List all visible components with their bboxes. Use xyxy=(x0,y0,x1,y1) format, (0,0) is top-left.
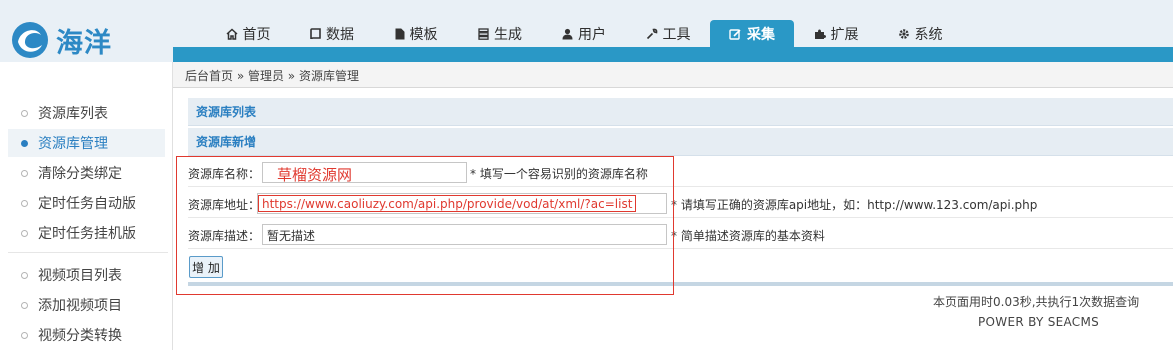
annotation-url-text: https://www.caoliuzy.com/api.php/provide… xyxy=(258,195,637,212)
sidebar-item-label: 视频项目列表 xyxy=(38,268,122,284)
sidebar-item-resource-manage[interactable]: 资源库管理 xyxy=(8,129,165,157)
sidebar: 资源库列表 资源库管理 清除分类绑定 定时任务自动版 定时任务挂机版 视频项目列… xyxy=(0,62,173,350)
annotation-box xyxy=(176,156,674,295)
nav-item-template[interactable]: 模板 xyxy=(374,20,458,47)
wave-logo-icon xyxy=(12,22,48,58)
bullet-icon xyxy=(21,109,28,117)
gear-icon xyxy=(898,28,909,39)
section-resource-list[interactable]: 资源库列表 xyxy=(188,98,1173,126)
user-icon xyxy=(562,28,573,39)
nav-item-user[interactable]: 用户 xyxy=(542,20,626,47)
nav-item-tools[interactable]: 工具 xyxy=(626,20,710,47)
nav-item-label: 系统 xyxy=(914,26,943,43)
sidebar-item-cron-auto[interactable]: 定时任务自动版 xyxy=(8,189,165,217)
logo-text: 海洋 xyxy=(56,27,112,59)
bullet-icon xyxy=(21,271,28,279)
nav-item-label: 生成 xyxy=(494,26,522,43)
server-icon xyxy=(478,27,489,40)
sidebar-divider xyxy=(8,252,168,253)
bullet-icon xyxy=(21,301,28,309)
sidebar-item-label: 清除分类绑定 xyxy=(38,166,122,182)
nav-item-label: 采集 xyxy=(747,27,775,43)
url-hint: * 请填写正确的资源库api地址，如：http://www.123.com/ap… xyxy=(671,198,1038,212)
sidebar-item-resource-list[interactable]: 资源库列表 xyxy=(8,99,165,127)
nav-item-collect[interactable]: 采集 xyxy=(710,20,794,48)
footer-query-time: 本页面用时0.03秒,共执行1次数据查询 xyxy=(933,295,1140,309)
sidebar-item-label: 定时任务自动版 xyxy=(38,196,136,212)
bullet-icon xyxy=(21,331,28,339)
nav-bar xyxy=(173,47,1173,62)
sidebar-item-label: 添加视频项目 xyxy=(38,298,122,314)
sidebar-item-label: 资源库列表 xyxy=(38,106,108,122)
book-icon xyxy=(310,27,321,39)
nav-item-label: 数据 xyxy=(326,26,354,43)
nav-item-label: 用户 xyxy=(578,26,606,43)
breadcrumb[interactable]: 后台首页 » 管理员 » 资源库管理 xyxy=(185,67,359,84)
sidebar-item-label: 视频分类转换 xyxy=(38,328,122,344)
bullet-icon xyxy=(21,139,28,147)
nav-item-label: 工具 xyxy=(662,26,691,43)
sidebar-item-video-category[interactable]: 视频分类转换 xyxy=(8,321,165,349)
home-icon xyxy=(225,27,238,40)
bullet-icon xyxy=(21,169,28,177)
top-nav: 首页 数据 模板 生成 用户 工具 采集 扩展 系统 xyxy=(206,20,962,48)
nav-item-home[interactable]: 首页 xyxy=(206,20,290,47)
header: 海洋 首页 数据 模板 生成 用户 工具 采集 扩展 系统 xyxy=(0,0,1173,62)
sidebar-item-clear-bind[interactable]: 清除分类绑定 xyxy=(8,159,165,187)
file-icon xyxy=(395,28,404,39)
logo: 海洋 xyxy=(10,20,112,60)
bullet-icon xyxy=(21,229,28,237)
section-resource-add[interactable]: 资源库新增 xyxy=(188,128,1173,156)
nav-item-data[interactable]: 数据 xyxy=(290,20,374,47)
nav-item-generate[interactable]: 生成 xyxy=(458,20,542,47)
sidebar-item-cron-hang[interactable]: 定时任务挂机版 xyxy=(8,219,165,247)
breadcrumb-bar: 后台首页 » 管理员 » 资源库管理 xyxy=(173,62,1173,88)
desc-hint: * 简单描述资源库的基本资料 xyxy=(671,229,825,243)
puzzle-icon xyxy=(814,29,826,39)
sidebar-item-video-list[interactable]: 视频项目列表 xyxy=(8,261,165,289)
sidebar-item-label: 定时任务挂机版 xyxy=(38,226,136,242)
nav-item-label: 扩展 xyxy=(830,26,859,43)
nav-item-system[interactable]: 系统 xyxy=(878,20,962,47)
nav-item-label: 首页 xyxy=(242,26,271,43)
footer-powered-by[interactable]: POWER BY SEACMS xyxy=(978,315,1099,329)
sidebar-item-label: 资源库管理 xyxy=(38,136,108,152)
annotation-name-text: 草榴资源网 xyxy=(277,166,353,184)
section-title: 资源库列表 xyxy=(196,105,257,119)
sidebar-item-video-add[interactable]: 添加视频项目 xyxy=(8,291,165,319)
wrench-icon xyxy=(646,28,657,39)
nav-item-extend[interactable]: 扩展 xyxy=(794,20,878,47)
section-title: 资源库新增 xyxy=(196,135,257,149)
edit-icon xyxy=(729,29,741,40)
nav-item-label: 模板 xyxy=(409,26,438,43)
bullet-icon xyxy=(21,199,28,207)
